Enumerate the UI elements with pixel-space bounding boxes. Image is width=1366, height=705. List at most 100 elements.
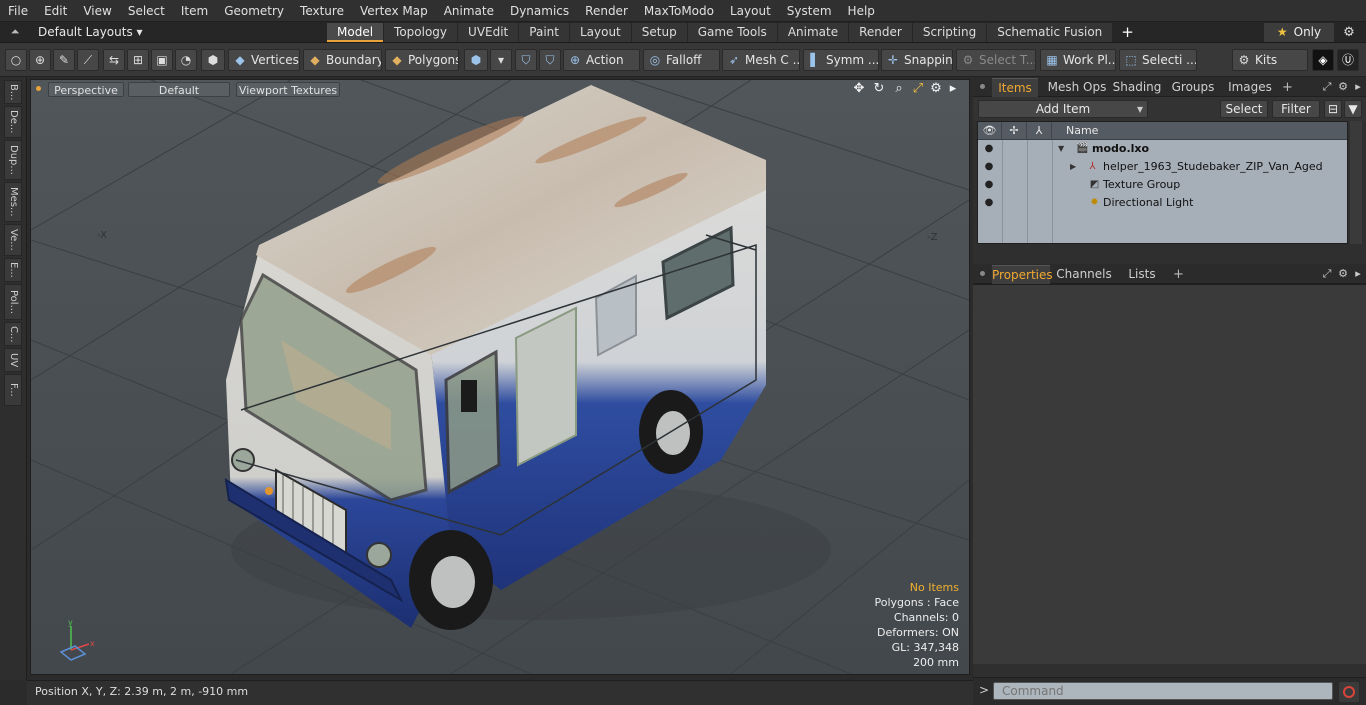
move-button[interactable]: ⇆ — [103, 49, 125, 71]
unity-button[interactable]: ◈ — [1312, 49, 1334, 71]
mode-dropdown[interactable]: ▾ — [490, 49, 512, 71]
layout-arrow-icon[interactable]: ⏶ — [8, 25, 22, 39]
left-tab-fusion[interactable]: F... — [4, 374, 22, 406]
left-tab-duplicate[interactable]: Dup... — [4, 140, 22, 180]
shading-mode-selector[interactable]: Default — [128, 82, 230, 97]
filter-button[interactable]: Filter — [1272, 100, 1320, 118]
scale-button[interactable]: ▣ — [151, 49, 173, 71]
eye-icon[interactable]: ● — [982, 178, 996, 192]
tab-game-tools[interactable]: Game Tools — [687, 23, 777, 42]
menu-render[interactable]: Render — [577, 0, 636, 22]
action-center-button[interactable]: ⊕ Action — [563, 49, 640, 71]
symmetry-button[interactable]: ▌ Symm ... — [803, 49, 879, 71]
menu-view[interactable]: View — [75, 0, 119, 22]
layout-selector[interactable]: Default Layouts ▾ — [32, 24, 149, 41]
menu-texture[interactable]: Texture — [292, 0, 352, 22]
item-row-helper[interactable]: ● ▶ ⅄ helper_1963_Studebaker_ZIP_Van_Age… — [978, 158, 1347, 176]
left-tab-mesh-edit[interactable]: Mes... — [4, 182, 22, 222]
visibility-column-header[interactable]: 👁 — [978, 122, 1002, 140]
tab-animate[interactable]: Animate — [777, 23, 849, 42]
transform-button[interactable]: ⊞ — [127, 49, 149, 71]
left-tab-vertex[interactable]: Ve... — [4, 224, 22, 256]
tab-schematic-fusion[interactable]: Schematic Fusion — [987, 23, 1113, 42]
menu-file[interactable]: File — [0, 0, 36, 22]
panel-arrow-icon[interactable]: ▸ — [1351, 266, 1365, 282]
left-tab-polygon[interactable]: Pol... — [4, 284, 22, 320]
items-mode-button[interactable]: ⬢ — [201, 49, 225, 71]
left-tab-edge[interactable]: E... — [4, 258, 22, 282]
boundary-button[interactable]: ◆ Boundary — [303, 49, 382, 71]
menu-geometry[interactable]: Geometry — [216, 0, 292, 22]
menu-vertex-map[interactable]: Vertex Map — [352, 0, 436, 22]
pan-icon[interactable]: ✥ — [850, 81, 868, 97]
tab-properties[interactable]: Properties — [992, 265, 1053, 284]
play-arrow-icon[interactable]: ▸ — [944, 81, 962, 97]
expand-triangle-icon[interactable]: ▼ — [1058, 140, 1064, 158]
work-plane-button[interactable]: ▦ Work Pl... — [1040, 49, 1116, 71]
view-mode-selector[interactable]: Perspective — [48, 82, 124, 97]
snapping-button[interactable]: ✛Snapping — [881, 49, 953, 71]
command-input[interactable] — [993, 682, 1333, 700]
select-button[interactable]: Select — [1220, 100, 1268, 118]
tab-scripting[interactable]: Scripting — [912, 23, 987, 42]
tab-uvedit[interactable]: UVEdit — [458, 23, 519, 42]
tab-model[interactable]: Model — [327, 23, 384, 42]
collapse-button[interactable]: ⊟ — [1324, 100, 1342, 118]
item-row-scene[interactable]: ● ▼ 🎬 modo.lxo — [978, 140, 1347, 158]
menu-dynamics[interactable]: Dynamics — [502, 0, 577, 22]
maximize-icon[interactable]: ⤢ — [909, 81, 927, 97]
tab-shading[interactable]: Shading — [1110, 78, 1164, 97]
add-item-button[interactable]: Add Item ▾ — [978, 100, 1148, 118]
symmetry-shield2-button[interactable]: ⛉ — [539, 49, 561, 71]
selection-sets-button[interactable]: ⬚ Selecti ... — [1119, 49, 1197, 71]
record-macro-button[interactable] — [1339, 682, 1359, 702]
viewport-menu-dot[interactable] — [36, 86, 41, 91]
menu-maxtomodo[interactable]: MaxToModo — [636, 0, 722, 22]
brush-button[interactable]: ⟋ — [77, 49, 99, 71]
lock-column-header[interactable]: ✢ — [1002, 122, 1027, 140]
tab-paint[interactable]: Paint — [519, 23, 569, 42]
material-button[interactable]: ⬢ — [464, 49, 488, 71]
viewport-gear-icon[interactable]: ⚙ — [927, 81, 945, 97]
panel-gear-icon[interactable]: ⚙ — [1336, 266, 1350, 282]
eye-icon[interactable]: ● — [982, 142, 996, 156]
collapsed-triangle-icon[interactable]: ▶ — [1070, 158, 1076, 176]
tab-layout[interactable]: Layout — [569, 23, 631, 42]
orbit-icon[interactable]: ↻ — [870, 81, 888, 97]
panel-menu-dot[interactable] — [980, 84, 985, 89]
menu-system[interactable]: System — [779, 0, 840, 22]
mesh-constraints-button[interactable]: ➶ Mesh C ... — [722, 49, 800, 71]
only-toggle-button[interactable]: ★ Only — [1264, 23, 1334, 42]
name-column-header[interactable]: Name — [1052, 122, 1347, 140]
pen-button[interactable]: ✎ — [53, 49, 75, 71]
tab-render[interactable]: Render — [849, 23, 912, 42]
menu-help[interactable]: Help — [840, 0, 883, 22]
panel-arrow-icon[interactable]: ▸ — [1351, 79, 1365, 95]
menu-layout[interactable]: Layout — [722, 0, 779, 22]
tab-topology[interactable]: Topology — [384, 23, 458, 42]
add-panel-tab-icon[interactable]: + — [1282, 78, 1293, 97]
kits-button[interactable]: ⚙ Kits — [1232, 49, 1308, 71]
3d-viewport[interactable]: -X -Z Perspective Default Viewport Textu… — [30, 79, 970, 675]
polygons-button[interactable]: ◆ Polygons — [385, 49, 459, 71]
symmetry-shield-button[interactable]: ⛉ — [515, 49, 537, 71]
eye-icon[interactable]: ● — [982, 160, 996, 174]
tab-setup[interactable]: Setup — [631, 23, 687, 42]
globe-button[interactable]: ⊕ — [29, 49, 51, 71]
menu-select[interactable]: Select — [120, 0, 173, 22]
eye-icon[interactable]: ● — [982, 196, 996, 210]
zoom-icon[interactable]: ⌕ — [890, 81, 908, 97]
add-tab-plus-icon[interactable]: + — [1113, 23, 1142, 42]
unreal-button[interactable]: Ⓤ — [1337, 49, 1359, 71]
select-circle-button[interactable]: ○ — [5, 49, 27, 71]
left-tab-basic[interactable]: B... — [4, 80, 22, 104]
panel-expand-icon[interactable]: ⤢ — [1320, 79, 1334, 95]
menu-edit[interactable]: Edit — [36, 0, 75, 22]
falloff-button[interactable]: ◎ Falloff — [643, 49, 720, 71]
tab-channels[interactable]: Channels — [1055, 265, 1113, 284]
tab-groups[interactable]: Groups — [1166, 78, 1220, 97]
tab-lists[interactable]: Lists — [1118, 265, 1166, 284]
panel-menu-dot[interactable] — [980, 271, 985, 276]
type-column-header[interactable]: ⅄ — [1027, 122, 1052, 140]
item-row-directional-light[interactable]: ● ✹ Directional Light — [978, 194, 1347, 212]
